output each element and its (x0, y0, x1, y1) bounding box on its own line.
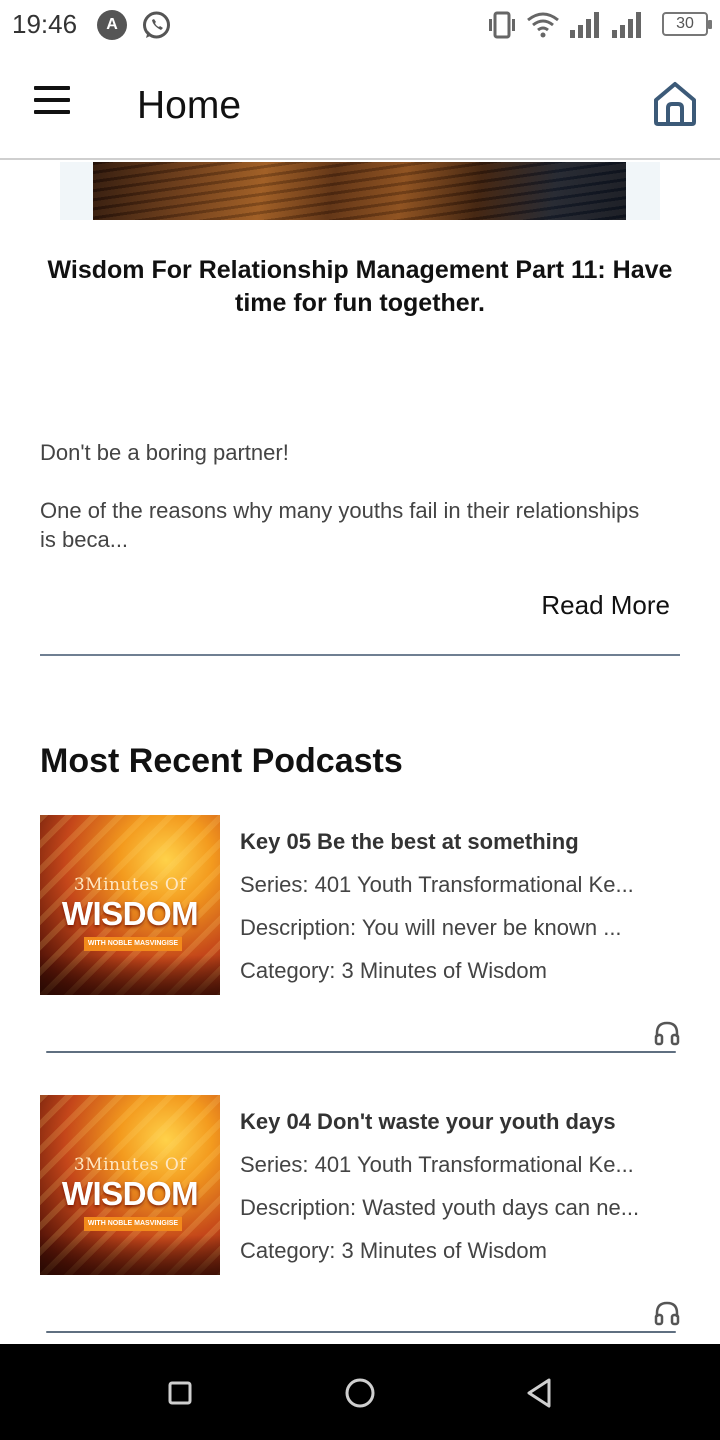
recents-square-icon[interactable] (163, 1376, 197, 1410)
signal-icon (612, 12, 641, 38)
cover-tag: WITH NOBLE MASVINGISE (84, 1217, 182, 1231)
post-title[interactable]: Wisdom For Relationship Management Part … (40, 254, 680, 320)
post-lead: Don't be a boring partner! (40, 440, 289, 465)
home-circle-icon[interactable] (343, 1376, 377, 1410)
section-title: Most Recent Podcasts (40, 742, 403, 780)
read-more-button[interactable]: Read More (541, 590, 670, 621)
podcast-cover[interactable]: 3Minutes Of WISDOM WITH NOBLE MASVINGISE (40, 1095, 220, 1275)
app-bar: Home (0, 52, 720, 160)
battery-level: 30 (676, 15, 694, 32)
podcast-description: Description: Wasted youth days can ne... (240, 1195, 640, 1220)
navigation-bar (0, 1344, 720, 1440)
battery-icon: 30 (662, 12, 712, 36)
status-time: 19:46 (12, 9, 78, 39)
page-title: Home (137, 84, 242, 127)
cover-line1: 3Minutes Of (73, 1155, 187, 1175)
cover-line2: WISDOM (61, 1175, 199, 1212)
headphones-icon[interactable] (654, 1300, 680, 1326)
podcast-description: Description: You will never be known ... (240, 915, 622, 940)
divider (40, 654, 680, 656)
divider (46, 1331, 676, 1333)
podcast-series: Series: 401 Youth Transformational Ke... (240, 1152, 634, 1177)
home-icon[interactable] (652, 80, 698, 128)
podcast-item[interactable]: 3Minutes Of WISDOM WITH NOBLE MASVINGISE… (0, 1095, 720, 1344)
headphones-icon[interactable] (654, 1020, 680, 1046)
podcast-title[interactable]: Key 05 Be the best at something (240, 829, 579, 855)
hamburger-menu-icon[interactable] (30, 86, 74, 122)
podcast-category: Category: 3 Minutes of Wisdom (240, 1238, 547, 1263)
podcast-series: Series: 401 Youth Transformational Ke... (240, 872, 634, 897)
post-excerpt: One of the reasons why many youths fail … (40, 498, 640, 552)
signal-icon (570, 12, 599, 38)
app-a-icon: A (97, 10, 127, 40)
podcast-category: Category: 3 Minutes of Wisdom (240, 958, 547, 983)
vibrate-icon (489, 11, 515, 39)
post-image-frame (60, 162, 660, 220)
divider (46, 1051, 676, 1053)
cover-line1: 3Minutes Of (73, 875, 187, 895)
podcast-cover[interactable]: 3Minutes Of WISDOM WITH NOBLE MASVINGISE (40, 815, 220, 995)
content-area[interactable]: Wisdom For Relationship Management Part … (0, 162, 720, 1344)
podcast-item[interactable]: 3Minutes Of WISDOM WITH NOBLE MASVINGISE… (0, 815, 720, 1095)
cover-tag: WITH NOBLE MASVINGISE (84, 937, 182, 951)
podcast-title[interactable]: Key 04 Don't waste your youth days (240, 1109, 616, 1135)
post-image[interactable] (93, 162, 626, 220)
whatsapp-icon (143, 11, 170, 39)
status-bar: 19:46 A 30 (0, 0, 720, 52)
back-triangle-icon[interactable] (523, 1376, 557, 1410)
wifi-icon (527, 12, 559, 38)
cover-line2: WISDOM (61, 895, 199, 932)
